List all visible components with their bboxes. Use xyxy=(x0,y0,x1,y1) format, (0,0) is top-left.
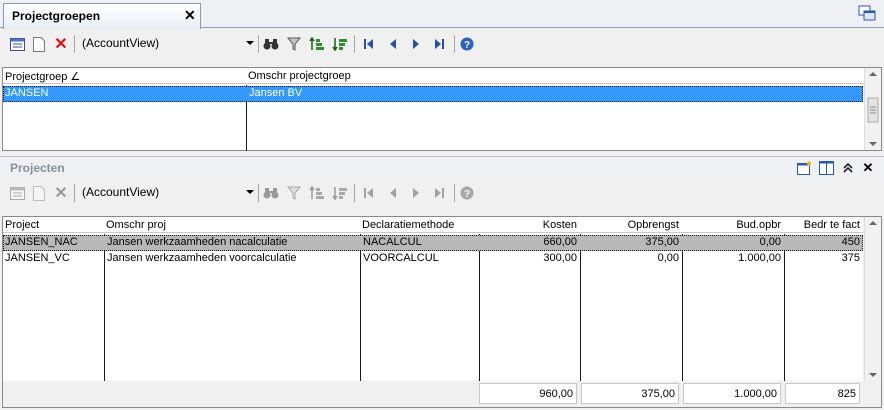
filter-icon[interactable] xyxy=(285,35,303,53)
grid-projectgroepen: Projectgroep ∠ Omschr projectgroep JANSE… xyxy=(2,67,882,151)
cell-omschr-projectgroep[interactable]: Jansen BV xyxy=(247,86,747,101)
column-header-omschr-projectgroep[interactable]: Omschr projectgroep xyxy=(246,68,865,84)
help-icon[interactable]: ? xyxy=(458,35,476,53)
column-header-projectgroep[interactable]: Projectgroep ∠ xyxy=(3,68,246,84)
form-view-icon[interactable] xyxy=(8,35,26,53)
column-header-bedr-te-fact[interactable]: Bedr te fact xyxy=(784,217,863,233)
toolbar-top: ✕ (AccountView) ? xyxy=(2,30,882,58)
cell-declaratiemethode[interactable]: NACALCUL xyxy=(361,235,479,250)
cell-bud-opbr[interactable]: 0,00 xyxy=(683,235,784,250)
column-header-omschr-proj[interactable]: Omschr proj xyxy=(104,217,360,233)
cell-omschr-proj[interactable]: Jansen werkzaamheden nacalculatie xyxy=(105,235,360,250)
cell-bedr-te-fact[interactable]: 450 xyxy=(785,235,863,250)
first-record-icon[interactable] xyxy=(360,35,378,53)
column-header-kosten[interactable]: Kosten xyxy=(479,217,580,233)
window-restore-icon[interactable] xyxy=(858,5,876,21)
section-title-projecten: Projecten xyxy=(10,161,65,175)
column-header-opbrengst[interactable]: Opbrengst xyxy=(580,217,682,233)
next-record-icon[interactable] xyxy=(407,184,425,202)
filter-icon[interactable] xyxy=(285,184,303,202)
sort-descending-icon[interactable] xyxy=(331,184,349,202)
form-view-icon[interactable] xyxy=(8,184,26,202)
tab-title: Projectgroepen xyxy=(12,9,101,23)
vertical-scrollbar[interactable] xyxy=(864,68,881,150)
company-select-value: (AccountView) xyxy=(82,185,160,199)
tab-projectgroepen[interactable]: Projectgroepen ✕ xyxy=(3,3,201,29)
cell-omschr-proj[interactable]: Jansen werkzaamheden voorcalculatie xyxy=(105,251,360,266)
section-bar xyxy=(0,156,884,180)
next-record-icon[interactable] xyxy=(407,35,425,53)
cell-project[interactable]: JANSEN_NAC xyxy=(3,235,104,250)
binoculars-icon[interactable] xyxy=(262,184,280,202)
svg-text:?: ? xyxy=(464,189,470,200)
total-bud-opbr: 1.000,00 xyxy=(683,383,781,404)
cell-kosten[interactable]: 660,00 xyxy=(480,235,580,250)
delete-icon[interactable]: ✕ xyxy=(52,184,70,202)
new-document-icon[interactable] xyxy=(30,184,48,202)
cell-bedr-te-fact[interactable]: 375 xyxy=(785,251,863,266)
total-bedr-te-fact: 825 xyxy=(785,383,860,404)
cell-opbrengst[interactable]: 375,00 xyxy=(581,235,682,250)
cell-declaratiemethode[interactable]: VOORCALCUL xyxy=(361,251,479,266)
last-record-icon[interactable] xyxy=(430,35,448,53)
sort-ascending-icon[interactable] xyxy=(308,35,326,53)
first-record-icon[interactable] xyxy=(360,184,378,202)
total-kosten: 960,00 xyxy=(479,383,577,404)
previous-record-icon[interactable] xyxy=(384,184,402,202)
cell-kosten[interactable]: 300,00 xyxy=(480,251,580,266)
company-select-value: (AccountView) xyxy=(82,36,160,50)
chevron-down-icon[interactable] xyxy=(246,190,254,194)
close-icon[interactable]: ✕ xyxy=(184,7,196,24)
column-header-declaratiemethode[interactable]: Declaratiemethode xyxy=(360,217,479,233)
sort-descending-icon[interactable] xyxy=(331,35,349,53)
help-icon[interactable]: ? xyxy=(458,184,476,202)
cell-project[interactable]: JANSEN_VC xyxy=(3,251,104,266)
cell-bud-opbr[interactable]: 1.000,00 xyxy=(683,251,784,266)
new-window-icon[interactable] xyxy=(796,160,812,176)
last-record-icon[interactable] xyxy=(430,184,448,202)
column-header-project[interactable]: Project xyxy=(3,217,104,233)
column-header-bud-opbr[interactable]: Bud.opbr xyxy=(682,217,784,233)
chevron-down-icon[interactable] xyxy=(246,41,254,45)
delete-icon[interactable]: ✕ xyxy=(52,35,70,53)
split-view-icon[interactable] xyxy=(818,160,834,176)
company-select[interactable]: (AccountView) xyxy=(78,183,256,203)
binoculars-icon[interactable] xyxy=(262,35,280,53)
collapse-icon[interactable] xyxy=(840,160,856,176)
svg-text:?: ? xyxy=(464,40,470,51)
sort-ascending-icon[interactable] xyxy=(308,184,326,202)
previous-record-icon[interactable] xyxy=(384,35,402,53)
grid-projecten: Project Omschr proj Declaratiemethode Ko… xyxy=(2,216,882,408)
new-document-icon[interactable] xyxy=(30,35,48,53)
cell-opbrengst[interactable]: 0,00 xyxy=(581,251,682,266)
total-opbrengst: 375,00 xyxy=(581,383,679,404)
vertical-scrollbar[interactable] xyxy=(864,217,881,381)
toolbar-bottom: ✕ (AccountView) ? xyxy=(2,179,882,207)
cell-projectgroep[interactable]: JANSEN xyxy=(3,86,246,101)
close-icon[interactable]: ✕ xyxy=(860,160,876,176)
company-select[interactable]: (AccountView) xyxy=(78,34,256,54)
